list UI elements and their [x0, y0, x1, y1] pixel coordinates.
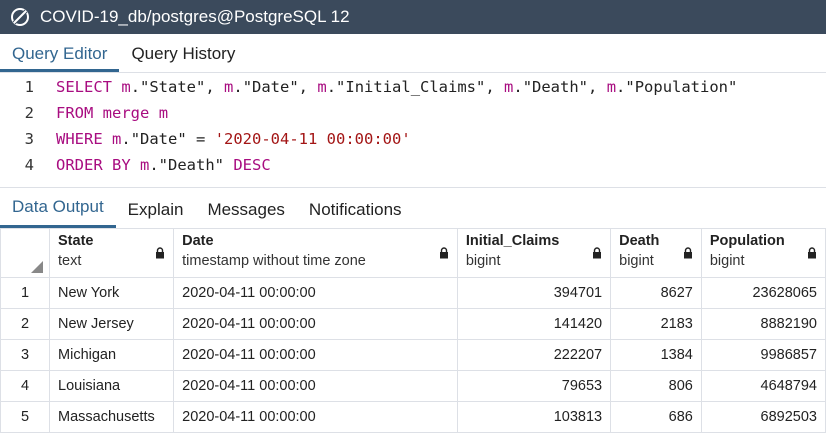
cell-population[interactable]: 23628065: [700, 277, 826, 309]
code-line: 1 SELECT m."State", m."Date", m."Initial…: [0, 74, 826, 100]
results-grid: State text Date timestamp without time z…: [0, 228, 826, 433]
column-type: bigint: [619, 253, 654, 269]
code-text: ORDER BY m."Death" DESC: [56, 156, 271, 174]
code-line: 3 WHERE m."Date" = '2020-04-11 00:00:00': [0, 126, 826, 152]
cell-population[interactable]: 8882190: [700, 308, 826, 340]
output-tab-bar: Data Output Explain Messages Notificatio…: [0, 187, 826, 229]
select-all-cell[interactable]: [0, 228, 51, 278]
column-type: bigint: [465, 253, 501, 269]
pgadmin-logo-icon: [0, 0, 40, 34]
cell-initial-claims[interactable]: 141420: [456, 308, 612, 340]
title-bar: COVID-19_db/postgres@PostgreSQL 12: [0, 0, 826, 34]
row-number[interactable]: 1: [0, 277, 51, 309]
column-type: bigint: [709, 253, 745, 269]
cell-population[interactable]: 4648794: [700, 370, 826, 402]
code-text: SELECT m."State", m."Date", m."Initial_C…: [56, 78, 738, 96]
cell-state[interactable]: Louisiana: [49, 370, 175, 402]
cell-state[interactable]: New Jersey: [49, 308, 175, 340]
lock-icon: [683, 247, 692, 259]
column-header-state[interactable]: State text: [49, 228, 175, 278]
column-header-date[interactable]: Date timestamp without time zone: [173, 228, 458, 278]
column-header-population[interactable]: Population bigint: [700, 228, 826, 278]
table-row[interactable]: 3 Michigan 2020-04-11 00:00:00 222207 13…: [0, 339, 826, 371]
code-line: 2 FROM merge m: [0, 100, 826, 126]
tab-messages[interactable]: Messages: [195, 200, 296, 228]
cell-date[interactable]: 2020-04-11 00:00:00: [173, 277, 458, 309]
tab-query-editor[interactable]: Query Editor: [0, 44, 120, 72]
table-row[interactable]: 2 New Jersey 2020-04-11 00:00:00 141420 …: [0, 308, 826, 340]
cell-initial-claims[interactable]: 79653: [456, 370, 612, 402]
cell-state[interactable]: Massachusetts: [49, 401, 175, 433]
cell-state[interactable]: New York: [49, 277, 175, 309]
column-name: Initial_Claims: [465, 233, 560, 249]
code-text: WHERE m."Date" = '2020-04-11 00:00:00': [56, 130, 411, 148]
tab-notifications[interactable]: Notifications: [297, 200, 414, 228]
editor-tab-bar: Query Editor Query History: [0, 34, 826, 73]
window-title: COVID-19_db/postgres@PostgreSQL 12: [40, 7, 350, 26]
cell-death[interactable]: 806: [610, 370, 702, 402]
cell-death[interactable]: 1384: [610, 339, 702, 371]
line-number: 4: [24, 156, 34, 174]
cell-death[interactable]: 2183: [610, 308, 702, 340]
column-name: State: [58, 233, 94, 249]
row-number[interactable]: 3: [0, 339, 51, 371]
column-type: text: [58, 253, 82, 269]
column-name: Population: [709, 233, 785, 249]
line-number: 1: [24, 78, 34, 96]
select-all-triangle-icon: [31, 261, 43, 273]
cell-date[interactable]: 2020-04-11 00:00:00: [173, 339, 458, 371]
column-name: Death: [619, 233, 660, 249]
cell-date[interactable]: 2020-04-11 00:00:00: [173, 401, 458, 433]
table-row[interactable]: 5 Massachusetts 2020-04-11 00:00:00 1038…: [0, 401, 826, 433]
cell-initial-claims[interactable]: 394701: [456, 277, 612, 309]
cell-death[interactable]: 8627: [610, 277, 702, 309]
lock-icon: [593, 247, 602, 259]
column-name: Date: [182, 233, 214, 249]
cell-death[interactable]: 686: [610, 401, 702, 433]
table-row[interactable]: 1 New York 2020-04-11 00:00:00 394701 86…: [0, 277, 826, 309]
cell-date[interactable]: 2020-04-11 00:00:00: [173, 370, 458, 402]
code-line: 4 ORDER BY m."Death" DESC: [0, 152, 826, 178]
column-header-death[interactable]: Death bigint: [610, 228, 702, 278]
lock-icon: [156, 247, 165, 259]
code-text: FROM merge m: [56, 104, 169, 122]
cell-date[interactable]: 2020-04-11 00:00:00: [173, 308, 458, 340]
table-row[interactable]: 4 Louisiana 2020-04-11 00:00:00 79653 80…: [0, 370, 826, 402]
lock-icon: [439, 247, 448, 259]
lock-icon: [808, 247, 816, 259]
line-number: 3: [24, 130, 34, 148]
cell-initial-claims[interactable]: 222207: [456, 339, 612, 371]
row-number[interactable]: 2: [0, 308, 51, 340]
tab-query-history[interactable]: Query History: [119, 44, 247, 72]
cell-population[interactable]: 6892503: [700, 401, 826, 433]
tab-data-output[interactable]: Data Output: [0, 197, 116, 228]
line-number: 2: [24, 104, 34, 122]
column-header-initial-claims[interactable]: Initial_Claims bigint: [456, 228, 612, 278]
row-number[interactable]: 4: [0, 370, 51, 402]
cell-state[interactable]: Michigan: [49, 339, 175, 371]
sql-editor[interactable]: 1 SELECT m."State", m."Date", m."Initial…: [0, 74, 826, 186]
cell-population[interactable]: 9986857: [700, 339, 826, 371]
row-number[interactable]: 5: [0, 401, 51, 433]
cell-initial-claims[interactable]: 103813: [456, 401, 612, 433]
tab-explain[interactable]: Explain: [116, 200, 196, 228]
column-type: timestamp without time zone: [182, 253, 366, 269]
